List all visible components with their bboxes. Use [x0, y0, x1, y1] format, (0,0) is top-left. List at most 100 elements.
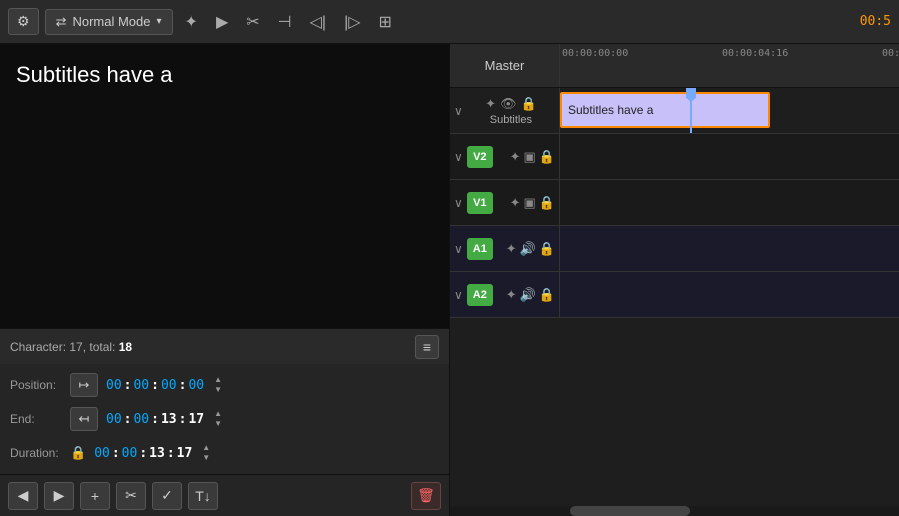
ruler-time-1: 00:00:04:16: [720, 44, 788, 59]
a2-icon-group: ✦ 🔊 🔒: [506, 287, 555, 303]
track-row-v2: ∨ V2 ✦ ▣ 🔒: [450, 134, 899, 180]
end-icon-btn[interactable]: ↤: [70, 407, 98, 431]
info-bar: Character: 17, total: 18 ≡: [0, 328, 449, 364]
a2-speaker-icon[interactable]: 🔊: [520, 287, 536, 303]
mode-selector[interactable]: ⇄ Normal Mode ▾: [45, 9, 173, 35]
menu-button[interactable]: ≡: [415, 335, 439, 359]
format-button[interactable]: T↓: [188, 482, 218, 510]
a1-track-controls: ∨ A1 ✦ 🔊 🔒: [450, 226, 560, 271]
v2-film-icon[interactable]: ▣: [524, 149, 536, 165]
subtitle-clip[interactable]: Subtitles have a: [560, 92, 770, 128]
v1-track-controls: ∨ V1 ✦ ▣ 🔒: [450, 180, 560, 225]
subtitle-editor: Subtitles have a: [0, 44, 449, 328]
master-label: Master: [450, 44, 560, 87]
v1-film-icon[interactable]: ▣: [524, 195, 536, 211]
ruler-tick-0: 00:00:00:00: [560, 44, 628, 87]
ruler-tick-1: 00:00:04:16: [720, 44, 788, 87]
ruler-tick-2: 00:00:09:07: [880, 44, 899, 87]
action-bar: ◀ ▶ + ✂ ✓ T↓ 🗑: [0, 474, 449, 516]
duration-label: Duration:: [10, 446, 62, 460]
a2-badge: A2: [467, 284, 493, 306]
split-btn[interactable]: ⊣: [272, 8, 298, 36]
a1-lock-icon[interactable]: 🔒: [539, 241, 555, 257]
lock-icon: 🔒: [70, 445, 86, 461]
subtitles-track-controls: ∨ ✦ 👁 🔒 Subtitles: [450, 88, 560, 133]
wand-icon-btn[interactable]: ✦: [179, 8, 204, 36]
v2-wand-icon: ✦: [510, 149, 521, 165]
tracks-container: ∨ ✦ 👁 🔒 Subtitles Subtitles have a: [450, 88, 899, 506]
v2-track-content[interactable]: [560, 134, 899, 179]
track-row-a1: ∨ A1 ✦ 🔊 🔒: [450, 226, 899, 272]
trim-right-btn[interactable]: |▷: [338, 8, 366, 36]
position-up[interactable]: ▲: [214, 375, 222, 385]
mode-icon: ⇄: [56, 14, 67, 30]
track-row-subtitles: ∨ ✦ 👁 🔒 Subtitles Subtitles have a: [450, 88, 899, 134]
end-up[interactable]: ▲: [214, 409, 222, 419]
chevron-down-icon: ▾: [157, 16, 162, 27]
v1-expand-btn[interactable]: ∨: [454, 196, 463, 210]
settings-btn[interactable]: ⚙: [8, 8, 39, 35]
ruler-time-2: 00:00:09:07: [880, 44, 899, 59]
controls-area: Position: ↦ 00:00:00:00 ▲ ▼ End: ↤ 00:00…: [0, 364, 449, 474]
end-row: End: ↤ 00:00:13:17 ▲ ▼: [10, 404, 439, 434]
v2-lock-icon[interactable]: 🔒: [539, 149, 555, 165]
cut-button[interactable]: ✂: [116, 482, 146, 510]
subtitles-lock-icon[interactable]: 🔒: [521, 96, 537, 112]
a2-wand-icon: ✦: [506, 287, 517, 303]
right-panel: Master 00:00:00:00 00:00:04:16 00:00:09:…: [450, 44, 899, 516]
v1-lock-icon[interactable]: 🔒: [539, 195, 555, 211]
add-button[interactable]: +: [80, 482, 110, 510]
v2-track-controls: ∨ V2 ✦ ▣ 🔒: [450, 134, 560, 179]
a1-badge: A1: [467, 238, 493, 260]
play-btn[interactable]: ▶: [210, 8, 234, 36]
subtitles-track-content[interactable]: Subtitles have a: [560, 88, 899, 133]
end-spinner[interactable]: ▲ ▼: [214, 409, 222, 429]
time-ruler: 00:00:00:00 00:00:04:16 00:00:09:07 00:0…: [560, 44, 899, 87]
settings-icon: ⚙: [17, 13, 30, 30]
time-display: 00:5: [860, 14, 891, 29]
a2-track-content[interactable]: [560, 272, 899, 317]
subtitles-expand-btn[interactable]: ∨: [454, 104, 463, 118]
subtitles-label: Subtitles: [490, 114, 532, 126]
timeline-header: Master 00:00:00:00 00:00:04:16 00:00:09:…: [450, 44, 899, 88]
v2-icon-group: ✦ ▣ 🔒: [510, 149, 555, 165]
ripple-btn[interactable]: ⊞: [373, 8, 398, 36]
duration-spinner[interactable]: ▲ ▼: [202, 443, 210, 463]
delete-button[interactable]: 🗑: [411, 482, 441, 510]
duration-down[interactable]: ▼: [202, 453, 210, 463]
position-spinner[interactable]: ▲ ▼: [214, 375, 222, 395]
v2-expand-btn[interactable]: ∨: [454, 150, 463, 164]
scrollbar-thumb[interactable]: [570, 506, 690, 516]
cut-btn[interactable]: ✂: [240, 8, 265, 36]
ruler-time-0: 00:00:00:00: [560, 44, 628, 59]
char-label: Character: 17, total:: [10, 340, 119, 354]
a1-track-content[interactable]: [560, 226, 899, 271]
a1-expand-btn[interactable]: ∨: [454, 242, 463, 256]
next-button[interactable]: ▶: [44, 482, 74, 510]
a1-wand-icon: ✦: [506, 241, 517, 257]
subtitle-text-input[interactable]: Subtitles have a: [0, 44, 449, 328]
subtitle-clip-text: Subtitles have a: [568, 103, 653, 117]
v1-track-content[interactable]: [560, 180, 899, 225]
check-button[interactable]: ✓: [152, 482, 182, 510]
end-down[interactable]: ▼: [214, 419, 222, 429]
a1-icon-group: ✦ 🔊 🔒: [506, 241, 555, 257]
prev-button[interactable]: ◀: [8, 482, 38, 510]
a2-lock-icon[interactable]: 🔒: [539, 287, 555, 303]
duration-up[interactable]: ▲: [202, 443, 210, 453]
subtitles-eye-icon[interactable]: 👁: [500, 96, 517, 112]
duration-row: Duration: 🔒 00:00:13:17 ▲ ▼: [10, 438, 439, 468]
track-row-a2: ∨ A2 ✦ 🔊 🔒: [450, 272, 899, 318]
position-icon-btn[interactable]: ↦: [70, 373, 98, 397]
a2-expand-btn[interactable]: ∨: [454, 288, 463, 302]
track-row-v1: ∨ V1 ✦ ▣ 🔒: [450, 180, 899, 226]
char-total: 18: [119, 340, 132, 354]
mode-label: Normal Mode: [72, 14, 150, 29]
a1-speaker-icon[interactable]: 🔊: [520, 241, 536, 257]
v1-wand-icon: ✦: [510, 195, 521, 211]
position-down[interactable]: ▼: [214, 385, 222, 395]
trim-left-btn[interactable]: ◁|: [304, 8, 332, 36]
subtitles-wand-icon: ✦: [485, 96, 496, 112]
scrollbar-track: [450, 506, 899, 516]
top-toolbar: ⚙ ⇄ Normal Mode ▾ ✦ ▶ ✂ ⊣ ◁| |▷ ⊞ 00:5: [0, 0, 899, 44]
